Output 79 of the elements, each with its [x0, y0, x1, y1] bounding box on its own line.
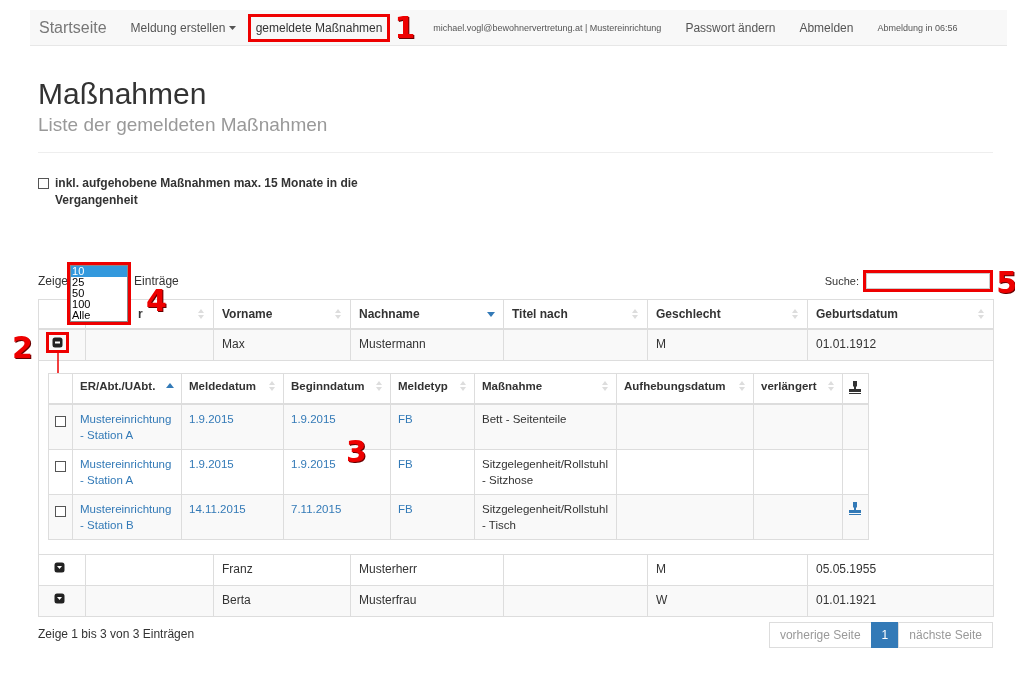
sort-icon[interactable]: [601, 380, 609, 392]
header-text: Nachname: [359, 307, 420, 321]
callout-number: 3: [346, 437, 367, 467]
header-text: Beginndatum: [291, 380, 365, 392]
sort-icon[interactable]: [977, 308, 985, 320]
header-text: verlängert: [761, 380, 817, 392]
caret-icon: [228, 26, 236, 31]
header-text: Maßnahme: [482, 380, 543, 392]
header-text: Geburtsdatum: [816, 307, 898, 321]
stamp-icon[interactable]: [849, 381, 861, 394]
sort-icon[interactable]: [459, 380, 467, 392]
expand-icon[interactable]: [54, 593, 65, 604]
sort-icon[interactable]: [197, 308, 205, 320]
search-label: Suche:: [824, 275, 859, 287]
column-header[interactable]: Beginndatum: [283, 373, 391, 404]
nav-link[interactable]: gemeldete Maßnahmen: [250, 16, 388, 39]
header-text: r: [138, 307, 143, 321]
nav-text: michael.vogl@bewohnervertretung.at | Mustereinrichtung: [432, 22, 663, 33]
expand-icon[interactable]: [54, 562, 65, 573]
callout-number: 1: [394, 12, 416, 43]
header-text: Vorname: [222, 307, 273, 321]
collapse-icon[interactable]: [52, 337, 63, 348]
sort-icon[interactable]: [334, 308, 342, 320]
header-text: Meldedatum: [189, 380, 257, 392]
menu-option[interactable]: 25: [71, 277, 128, 288]
sort-icon[interactable]: [827, 380, 835, 392]
sort-ascending-icon[interactable]: [166, 381, 174, 391]
table-cell-text: Sitzgelegenheit/Rollstuhl - Sitzhose: [482, 457, 609, 488]
table-cell: M: [656, 562, 666, 576]
column-header[interactable]: Meldetyp: [390, 373, 475, 404]
checkbox[interactable]: [38, 178, 49, 189]
sort-icon[interactable]: [791, 308, 799, 320]
menu-option[interactable]: 50: [71, 288, 128, 299]
page-title: Maßnahmen: [38, 76, 208, 112]
header-text: Meldetyp: [398, 380, 448, 392]
header-text: Titel nach: [512, 307, 568, 321]
header-text: Geschlecht: [656, 307, 721, 321]
table-cell: 01.01.1912: [816, 337, 877, 351]
nav-link[interactable]: Abmelden: [787, 20, 866, 35]
checkbox-label: inkl. aufgehobene Maßnahmen max. 15 Monate in die Vergangenheit: [55, 175, 359, 209]
nav-dropdown[interactable]: Meldung erstellen: [118, 20, 248, 35]
nav-text: Abmeldung in 06:56: [876, 22, 959, 33]
page-button[interactable]: 1: [870, 622, 900, 648]
table-cell: W: [656, 593, 668, 607]
column-header[interactable]: Aufhebungsdatum: [616, 373, 754, 404]
table-info: Zeige 1 bis 3 von 3 Einträgen: [38, 627, 195, 641]
page-subtitle: Liste der gemeldeten Maßnahmen: [38, 114, 329, 136]
table-cell: Berta: [222, 593, 251, 607]
sort-icon[interactable]: [738, 380, 746, 392]
table-cell: M: [656, 337, 666, 351]
brand-link[interactable]: Startseite: [30, 18, 119, 37]
header-text: Aufhebungsdatum: [624, 380, 726, 392]
length-label: Zeige: [38, 274, 69, 288]
column-header[interactable]: Maßnahme: [474, 373, 617, 404]
nav-link[interactable]: Passwort ändern: [673, 20, 788, 35]
column-header[interactable]: ER/Abt./UAbt.: [72, 373, 182, 404]
sort-icon[interactable]: [268, 380, 276, 392]
table-cell: 05.05.1955: [816, 562, 877, 576]
table-cell: Max: [222, 337, 245, 351]
callout-number: 2: [12, 333, 33, 363]
page-size-dropdown-menu[interactable]: 10 25 50 100 Alle: [70, 265, 129, 322]
column-header[interactable]: Meldedatum: [181, 373, 284, 404]
table-cell: Musterfrau: [359, 593, 417, 607]
checkbox[interactable]: [55, 416, 66, 427]
column-header[interactable]: verlängert: [753, 373, 843, 404]
checkbox[interactable]: [55, 506, 66, 517]
table-cell: 01.01.1921: [816, 593, 877, 607]
table-cell: Mustermann: [359, 337, 426, 351]
checkbox[interactable]: [55, 461, 66, 472]
table-cell-text: Sitzgelegenheit/Rollstuhl - Tisch: [482, 502, 609, 533]
sort-descending-icon[interactable]: [487, 309, 495, 319]
header-text: ER/Abt./UAbt.: [80, 380, 156, 392]
length-label: Einträge: [134, 274, 179, 288]
sort-icon[interactable]: [631, 308, 639, 320]
table-cell: Franz: [222, 562, 253, 576]
callout-number: 5: [996, 268, 1015, 298]
sort-icon[interactable]: [375, 380, 383, 392]
table-cell-text: Bett - Seitenteile: [482, 412, 568, 427]
table-cell: Musterherr: [359, 562, 417, 576]
